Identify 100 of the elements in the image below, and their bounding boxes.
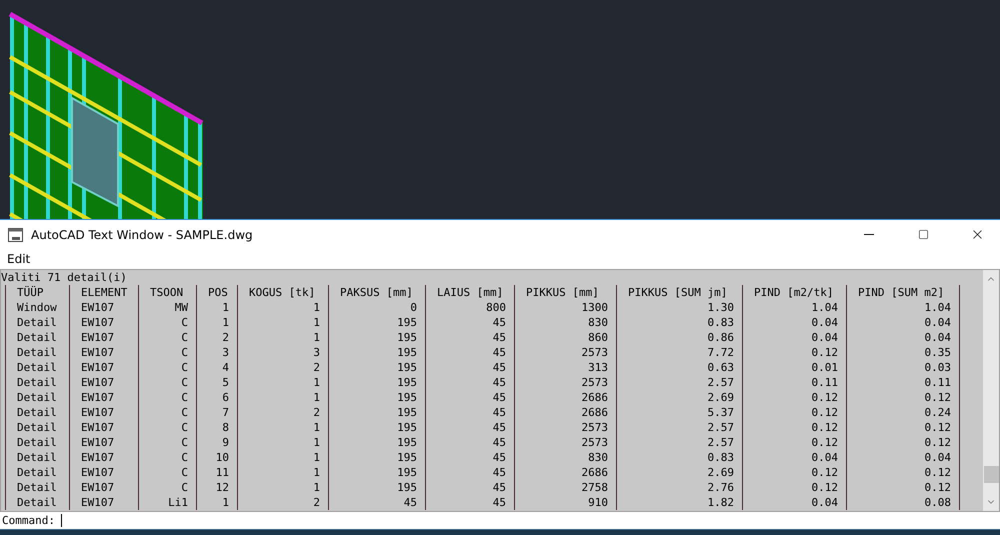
table-cell: 910 (514, 495, 616, 510)
table-cell: C (138, 465, 196, 480)
table-cell: EW107 (69, 465, 138, 480)
table-cell: 45 (328, 495, 425, 510)
table-cell: Detail (5, 495, 69, 510)
table-cell: 0.04 (742, 315, 846, 330)
scroll-thumb[interactable] (984, 466, 998, 484)
table-cell: 0 (328, 300, 425, 316)
table-cell: 800 (425, 300, 514, 316)
table-cell: EW107 (69, 405, 138, 420)
table-cell: 2686 (514, 465, 616, 480)
table-cell: 11 (196, 465, 237, 480)
table-cell: 195 (328, 405, 425, 420)
table-cell: 1 (237, 315, 328, 330)
table-cell: 2573 (514, 435, 616, 450)
table-cell: Detail (5, 390, 69, 406)
table-cell: EW107 (69, 315, 138, 330)
maximize-icon (918, 229, 928, 240)
table-cell: 2573 (514, 420, 616, 436)
table-cell: EW107 (69, 360, 138, 376)
table-cell: 2 (196, 330, 237, 346)
table-cell: 3 (237, 345, 328, 360)
table-cell: 0.04 (742, 330, 846, 346)
table-cell: 2.69 (616, 390, 742, 406)
table-cell: Detail (5, 480, 69, 496)
table-cell: 2.69 (616, 465, 742, 480)
table-cell: C (138, 435, 196, 450)
column-header: KOGUS [tk] (237, 285, 328, 300)
table-cell: Window (5, 300, 69, 316)
column-header: TÜÜP (5, 285, 69, 300)
table-cell: 12 (196, 480, 237, 496)
table-cell: EW107 (69, 420, 138, 436)
table-cell: 0.12 (742, 465, 846, 480)
table-cell: Detail (5, 330, 69, 346)
table-cell: C (138, 450, 196, 466)
table-cell: 6 (196, 390, 237, 406)
table-cell: 1 (237, 420, 328, 436)
table-cell: EW107 (69, 390, 138, 406)
table-cell: 1 (196, 300, 237, 316)
column-header: POS (196, 285, 237, 300)
table-cell: Detail (5, 420, 69, 436)
table-cell: 1 (237, 435, 328, 450)
table-cell: 195 (328, 480, 425, 496)
table-cell: 2 (237, 495, 328, 510)
table-cell: Detail (5, 315, 69, 330)
table-cell: 1.30 (616, 300, 742, 316)
column-header: PAKSUS [mm] (328, 285, 425, 300)
table-cell: 1 (196, 315, 237, 330)
command-prompt: Command: (2, 514, 55, 528)
table-cell: C (138, 420, 196, 436)
table-cell: 45 (425, 405, 514, 420)
output-message: Valiti 71 detail(i) (1, 270, 128, 286)
table-cell: 1 (237, 450, 328, 466)
table-cell: 2 (237, 405, 328, 420)
table-cell: 1300 (514, 300, 616, 316)
table-cell: 195 (328, 315, 425, 330)
table-cell: C (138, 405, 196, 420)
table-cell: 195 (328, 330, 425, 346)
table-cell: 2758 (514, 480, 616, 496)
table-cell: 0.12 (742, 480, 846, 496)
table-cell: 195 (328, 345, 425, 360)
table-cell: Li1 (138, 495, 196, 510)
table-cell: 7 (196, 405, 237, 420)
table-cell: 45 (425, 435, 514, 450)
table-cell: 2.57 (616, 435, 742, 450)
table-cell: 2573 (514, 345, 616, 360)
table-cell: 0.12 (742, 405, 846, 420)
table-cell: EW107 (69, 450, 138, 466)
scrollbar[interactable] (983, 270, 999, 512)
table-cell: 195 (328, 420, 425, 436)
table-cell: 860 (514, 330, 616, 346)
column-header: TSOON (138, 285, 196, 300)
table-cell: 195 (328, 465, 425, 480)
table-cell: EW107 (69, 435, 138, 450)
table-cell: 2686 (514, 405, 616, 420)
table-cell: MW (138, 300, 196, 316)
table-cell: Detail (5, 375, 69, 390)
table-cell: 8 (196, 420, 237, 436)
table-cell: 1 (237, 375, 328, 390)
window-icon (8, 228, 23, 242)
table-cell: 0.12 (742, 435, 846, 450)
table-cell: 3 (196, 345, 237, 360)
table-cell: EW107 (69, 495, 138, 510)
table-cell: 45 (425, 450, 514, 466)
table-cell: 195 (328, 360, 425, 376)
table-cell: 830 (514, 315, 616, 330)
column-header: LAIUS [mm] (425, 285, 514, 300)
table-cell: 1 (196, 495, 237, 510)
table-cell: 7.72 (616, 345, 742, 360)
table-cell: C (138, 315, 196, 330)
table-cell: 0.86 (616, 330, 742, 346)
table-cell: 0.63 (616, 360, 742, 376)
table-cell: 0.01 (742, 360, 846, 376)
table-cell: 45 (425, 390, 514, 406)
menu-item[interactable]: Edit (3, 252, 34, 266)
table-cell: 45 (425, 360, 514, 376)
table-cell: 0.83 (616, 450, 742, 466)
table-cell: 195 (328, 390, 425, 406)
table-cell: 195 (328, 450, 425, 466)
table-cell: 10 (196, 450, 237, 466)
